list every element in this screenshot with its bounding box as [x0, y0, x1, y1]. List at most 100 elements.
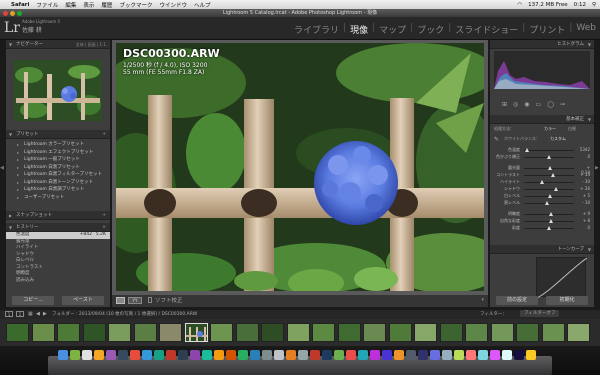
treatment-bw-option[interactable]: 白黒 — [568, 126, 576, 132]
add-preset-icon[interactable]: + — [102, 130, 106, 139]
slider-handle[interactable] — [547, 155, 551, 159]
slider-handle[interactable] — [525, 148, 530, 152]
slider-handle[interactable] — [547, 166, 552, 170]
tone-curve-header[interactable]: トーンカーブ ▼ — [490, 245, 594, 254]
spot-removal-icon[interactable]: ◎ — [513, 101, 518, 108]
filmstrip-thumbnail[interactable] — [439, 323, 463, 342]
dock-app-icon[interactable] — [526, 350, 536, 360]
slider-track[interactable] — [524, 175, 574, 177]
filmstrip-thumbnail[interactable] — [31, 323, 55, 342]
add-snapshot-icon[interactable]: + — [102, 211, 106, 220]
filmstrip-thumbnail[interactable] — [465, 323, 488, 342]
dock-app-icon[interactable] — [130, 350, 140, 360]
slider-handle[interactable] — [549, 212, 554, 216]
navigator-zoom-options[interactable]: 全体 | 画面 | 1:1 — [76, 40, 106, 49]
clock[interactable]: 0:12 — [574, 2, 586, 8]
dock-app-icon[interactable] — [190, 350, 200, 360]
dock-app-icon[interactable] — [286, 350, 296, 360]
dock-app-icon[interactable] — [250, 350, 260, 360]
filmstrip-thumbnail[interactable] — [490, 323, 514, 342]
dock-app-icon[interactable] — [394, 350, 404, 360]
slider-value[interactable]: + 9 — [578, 211, 590, 216]
wb-select[interactable]: カスタム — [550, 136, 566, 142]
filmstrip-thumbnail[interactable] — [57, 323, 80, 342]
filmstrip-thumbnail[interactable] — [82, 323, 106, 342]
slider-handle[interactable] — [547, 226, 551, 230]
filmstrip-thumbnail[interactable] — [516, 323, 539, 342]
dock-app-icon[interactable] — [478, 350, 488, 360]
module-develop[interactable]: 現像 — [350, 23, 368, 36]
slider-handle[interactable] — [539, 180, 544, 184]
main-photo[interactable]: DSC00300.ARW 1/2500 秒 (f / 4.0), ISO 320… — [116, 43, 484, 291]
menu-view[interactable]: 表示 — [83, 1, 94, 9]
softproof-checkbox[interactable] — [148, 297, 152, 303]
dock-app-icon[interactable] — [358, 350, 368, 360]
clear-history-icon[interactable]: × — [102, 223, 106, 232]
dock-app-icon[interactable] — [346, 350, 356, 360]
menu-file[interactable]: ファイル — [36, 1, 58, 9]
toolbar-menu-icon[interactable]: ▾ — [481, 297, 484, 303]
slider-handle[interactable] — [550, 173, 555, 177]
adjustment-brush-icon[interactable]: ⊸ — [560, 101, 565, 108]
preset-folder[interactable]: Lightroom 白黒トーンプリセット — [6, 179, 110, 187]
slider-value[interactable]: 0 — [578, 154, 590, 159]
dock-app-icon[interactable] — [178, 350, 188, 360]
slider-value[interactable]: - 30 — [578, 179, 590, 184]
dock-app-icon[interactable] — [154, 350, 164, 360]
filmstrip-thumbnail[interactable] — [388, 323, 412, 342]
dock-app-icon[interactable] — [118, 350, 128, 360]
filmstrip-thumbnail[interactable] — [6, 323, 29, 342]
dock-app-icon[interactable] — [370, 350, 380, 360]
view-1-icon[interactable]: 1 — [5, 311, 13, 317]
search-icon[interactable]: ⚲ — [592, 2, 596, 8]
forward-arrow-icon[interactable]: ▶ — [43, 311, 47, 317]
previous-settings-button[interactable]: 前の設定 — [496, 296, 538, 305]
preset-folder[interactable]: ユーザープリセット — [6, 194, 110, 202]
module-map[interactable]: マップ — [379, 23, 406, 36]
menu-window[interactable]: ウインドウ — [159, 1, 187, 9]
snapshots-header[interactable]: ▶ スナップショット + — [6, 211, 110, 220]
slider-track[interactable] — [524, 189, 574, 191]
dock-app-icon[interactable] — [94, 350, 104, 360]
menu-app-name[interactable]: Safari — [11, 2, 29, 8]
slider-value[interactable]: 0 — [578, 225, 590, 230]
dock-app-icon[interactable] — [466, 350, 476, 360]
slider-track[interactable] — [524, 182, 574, 184]
dock-app-icon[interactable] — [382, 350, 392, 360]
preset-folder[interactable]: Lightroom 白黒プリセット — [6, 164, 110, 172]
slider-track[interactable] — [524, 150, 574, 152]
dock-app-icon[interactable] — [418, 350, 428, 360]
slider-value[interactable]: + 5 — [578, 193, 590, 198]
crop-tool-icon[interactable]: ⊞ — [502, 101, 507, 108]
preset-folder[interactable]: Lightroom 一般プリセット — [6, 156, 110, 164]
slider-handle[interactable] — [544, 201, 549, 205]
grid-view-icon[interactable]: ▦ — [28, 311, 33, 317]
navigator-preview[interactable] — [14, 60, 102, 121]
filmstrip-thumbnail-selected[interactable] — [184, 323, 208, 342]
history-row[interactable]: 読み込み — [6, 278, 110, 285]
view-2-icon[interactable]: 2 — [16, 311, 24, 317]
slider-handle[interactable] — [553, 187, 558, 191]
dock-app-icon[interactable] — [238, 350, 248, 360]
graduated-filter-icon[interactable]: ▭ — [536, 101, 542, 108]
module-print[interactable]: プリント — [529, 23, 565, 36]
module-book[interactable]: ブック — [417, 23, 444, 36]
dock-app-icon[interactable] — [202, 350, 212, 360]
filmstrip-thumbnail[interactable] — [133, 323, 157, 342]
basic-header[interactable]: 基本補正 ▼ — [490, 115, 594, 124]
menu-bookmarks[interactable]: ブックマーク — [119, 1, 152, 9]
zoom-window-icon[interactable] — [17, 10, 22, 16]
menu-edit[interactable]: 編集 — [65, 1, 76, 9]
menu-help[interactable]: ヘルプ — [194, 1, 211, 9]
slider-handle[interactable] — [549, 219, 553, 223]
right-panel-toggle-icon[interactable]: ▶ — [595, 165, 599, 171]
before-after-icon[interactable]: YY — [128, 297, 142, 304]
dock-app-icon[interactable] — [310, 350, 320, 360]
filmstrip-thumbnail[interactable] — [108, 323, 131, 342]
module-slideshow[interactable]: スライドショー — [455, 23, 518, 36]
wb-eyedropper-icon[interactable]: ✎ — [494, 136, 499, 143]
dock-app-icon[interactable] — [454, 350, 464, 360]
loupe-view-icon[interactable] — [116, 297, 125, 304]
dock-app-icon[interactable] — [142, 350, 152, 360]
dock-app-icon[interactable] — [514, 350, 524, 360]
